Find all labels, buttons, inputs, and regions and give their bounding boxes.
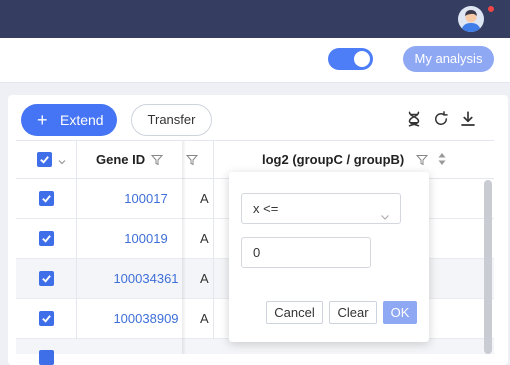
- operator-value: x <=: [253, 201, 279, 216]
- column-divider: [76, 259, 77, 299]
- frozen-column-shadow: [182, 141, 186, 354]
- cell-value: A: [200, 271, 209, 286]
- avatar[interactable]: [458, 6, 484, 32]
- column-divider: [213, 141, 214, 179]
- cell-value: A: [200, 231, 209, 246]
- download-icon[interactable]: [459, 110, 477, 128]
- column-divider: [76, 141, 77, 179]
- notification-dot: [487, 5, 495, 13]
- filter-icon[interactable]: [150, 153, 164, 171]
- ok-button[interactable]: OK: [383, 301, 417, 324]
- filter-icon[interactable]: [415, 153, 429, 171]
- clear-button[interactable]: Clear: [329, 301, 377, 324]
- refresh-icon[interactable]: [432, 110, 450, 128]
- extend-button[interactable]: + Extend: [21, 104, 117, 136]
- column-divider: [76, 219, 77, 259]
- row-checkbox[interactable]: [39, 191, 54, 206]
- sort-icon[interactable]: [437, 151, 447, 172]
- column-divider: [213, 299, 214, 339]
- row-checkbox[interactable]: [39, 231, 54, 246]
- dna-icon[interactable]: [405, 110, 423, 128]
- column-divider: [76, 299, 77, 339]
- row-checkbox[interactable]: [39, 350, 54, 365]
- chevron-down-icon[interactable]: [57, 154, 67, 172]
- chevron-down-icon: [380, 203, 390, 232]
- filter-value-input[interactable]: 0: [241, 237, 371, 268]
- view-toggle-switch[interactable]: [328, 48, 373, 70]
- vertical-scrollbar[interactable]: [484, 180, 492, 354]
- filter-icon[interactable]: [185, 153, 199, 171]
- top-nav-bar: [0, 0, 510, 38]
- column-divider: [213, 179, 214, 219]
- gene-id-header: Gene ID: [96, 152, 146, 167]
- log2-header: log2 (groupC / groupB): [262, 152, 405, 167]
- row-checkbox[interactable]: [39, 311, 54, 326]
- extend-label: Extend: [60, 112, 104, 128]
- column-divider: [213, 219, 214, 259]
- cell-value: A: [200, 311, 209, 326]
- operator-select[interactable]: x <=: [241, 193, 401, 224]
- transfer-button[interactable]: Transfer: [131, 104, 212, 136]
- my-analysis-button[interactable]: My analysis: [403, 46, 494, 72]
- plus-icon: +: [37, 110, 48, 130]
- column-divider: [213, 259, 214, 299]
- toggle-knob: [354, 51, 370, 67]
- row-checkbox[interactable]: [39, 271, 54, 286]
- column-divider: [76, 179, 77, 219]
- cancel-button[interactable]: Cancel: [266, 301, 323, 324]
- select-all-checkbox[interactable]: [37, 152, 52, 167]
- cell-value: A: [200, 191, 209, 206]
